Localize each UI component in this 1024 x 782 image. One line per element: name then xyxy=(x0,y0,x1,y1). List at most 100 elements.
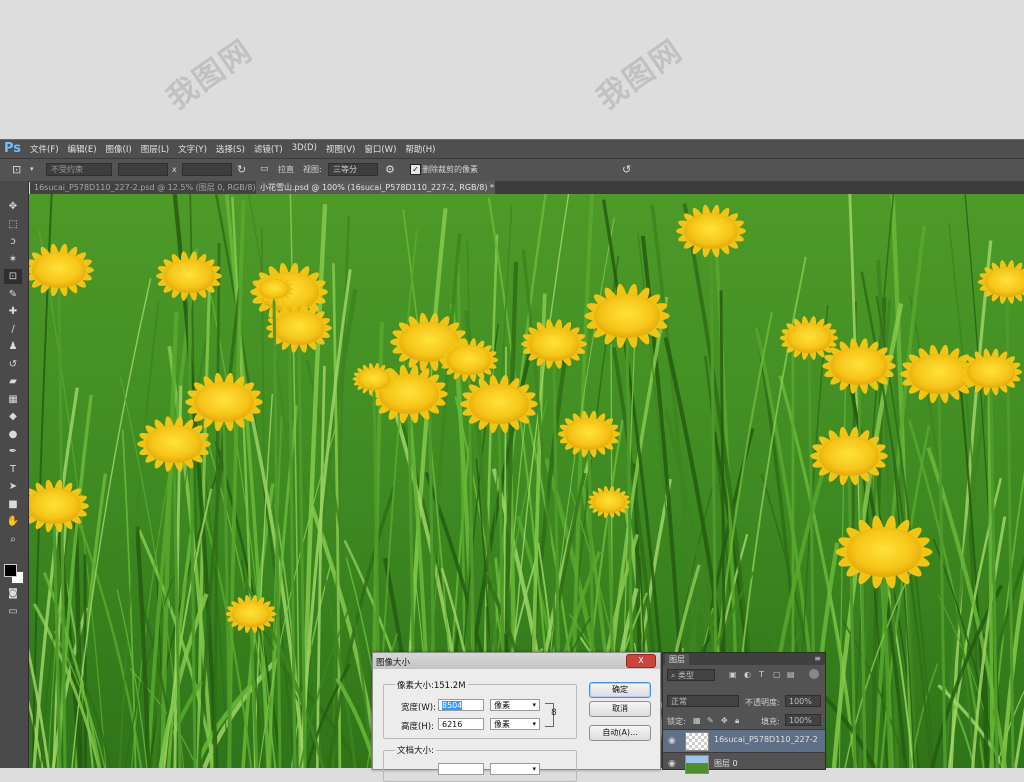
pixel-dimensions-label: 像素大小:151.2M xyxy=(395,679,468,691)
cancel-button[interactable]: 取消 xyxy=(589,701,651,717)
quick-mask-icon[interactable]: ◙ xyxy=(4,586,22,601)
blur-icon[interactable]: ◆ xyxy=(4,409,22,424)
panel-menu-icon[interactable]: ≡ xyxy=(814,654,821,663)
opacity-input[interactable]: 100% xyxy=(785,695,821,707)
shape-icon[interactable]: ■ xyxy=(4,497,22,512)
menu-file[interactable]: 文件(F) xyxy=(30,143,59,155)
swap-dimensions-icon[interactable]: ↻ xyxy=(237,163,246,176)
menu-bar: Ps 文件(F) 编辑(E) 图像(I) 图层(L) 文字(Y) 选择(S) 滤… xyxy=(0,139,1024,159)
lock-image-icon[interactable]: ✎ xyxy=(707,716,714,725)
menu-view[interactable]: 视图(V) xyxy=(326,143,355,155)
filter-adjustment-icon[interactable]: ◐ xyxy=(744,670,751,679)
doc-width-input[interactable] xyxy=(438,763,484,775)
eyedropper-icon[interactable]: ✎ xyxy=(4,287,22,302)
magic-wand-icon[interactable]: ✶ xyxy=(4,252,22,267)
crop-height-input[interactable] xyxy=(182,163,232,176)
filter-type-icon[interactable]: T xyxy=(759,670,764,679)
tab-document-2[interactable]: 小花雪山.psd @ 100% (16sucai_P578D110_227-2,… xyxy=(256,181,495,194)
reset-icon[interactable]: ↺ xyxy=(622,163,631,176)
lock-position-icon[interactable]: ✥ xyxy=(721,716,728,725)
ok-button-label: 确定 xyxy=(612,685,628,694)
ratio-preset-value: 不受约束 xyxy=(51,165,83,174)
blend-mode-value: 正常 xyxy=(671,697,687,706)
width-input[interactable]: 8504 xyxy=(438,699,484,711)
eye-icon[interactable]: ◉ xyxy=(668,736,676,746)
delete-cropped-checkbox[interactable]: ✓ xyxy=(410,164,421,175)
filter-pixel-icon[interactable]: ▣ xyxy=(729,670,737,679)
height-unit-select[interactable]: 像素 xyxy=(490,718,540,730)
filter-toggle-icon[interactable] xyxy=(809,669,819,679)
foreground-color-swatch[interactable] xyxy=(4,564,17,577)
ok-button[interactable]: 确定 xyxy=(589,682,651,698)
menu-filter[interactable]: 滤镜(T) xyxy=(254,143,283,155)
fill-value: 100% xyxy=(789,716,812,725)
cancel-button-label: 取消 xyxy=(612,704,628,713)
healing-icon[interactable]: ✚ xyxy=(4,304,22,319)
layer-row[interactable]: ◉ 图层 0 xyxy=(663,752,825,775)
hand-icon[interactable]: ✋ xyxy=(4,514,22,529)
pen-icon[interactable]: ✒ xyxy=(4,444,22,459)
crop-icon[interactable]: ⊡ xyxy=(12,163,21,176)
tab-layers[interactable]: 图层 xyxy=(665,654,689,665)
marquee-icon[interactable]: ⬚ xyxy=(4,217,22,232)
stamp-icon[interactable]: ♟ xyxy=(4,339,22,354)
ratio-preset-select[interactable]: 不受约束 xyxy=(46,163,112,176)
path-select-icon[interactable]: ➤ xyxy=(4,479,22,494)
dialog-close-button[interactable]: X xyxy=(626,654,656,668)
type-icon[interactable]: T xyxy=(4,462,22,477)
brush-icon[interactable]: ∕ xyxy=(4,322,22,337)
crop-icon[interactable]: ⊡ xyxy=(4,269,22,284)
dodge-icon[interactable]: ● xyxy=(4,427,22,442)
auto-button-label: 自动(A)... xyxy=(602,728,637,737)
crop-width-input[interactable] xyxy=(118,163,168,176)
layer-kind-value: 类型 xyxy=(678,671,694,680)
chain-icon: 8 xyxy=(551,708,557,718)
width-value: 8504 xyxy=(442,701,462,710)
tab-document-1[interactable]: 16sucai_P578D110_227-2.psd @ 12.5% (图层 0… xyxy=(30,181,259,194)
delete-cropped-label: 删除裁剪的像素 xyxy=(422,163,478,176)
filter-smart-object-icon[interactable]: ▤ xyxy=(787,670,795,679)
auto-button[interactable]: 自动(A)... xyxy=(589,725,651,741)
menu-edit[interactable]: 编辑(E) xyxy=(68,143,97,155)
height-unit-value: 像素 xyxy=(494,720,510,729)
height-value: 6216 xyxy=(442,720,462,729)
lasso-icon[interactable]: ↄ xyxy=(4,234,22,249)
layer-thumbnail xyxy=(685,755,709,774)
menu-window[interactable]: 窗口(W) xyxy=(364,143,396,155)
dialog-titlebar[interactable]: 图像大小 X xyxy=(373,653,660,669)
view-overlay-select[interactable]: 三等分 xyxy=(328,163,378,176)
fill-input[interactable]: 100% xyxy=(785,714,821,726)
chevron-down-icon[interactable]: ▾ xyxy=(30,163,34,176)
lock-all-icon[interactable]: 🔒︎ xyxy=(735,716,739,726)
screen-mode-icon[interactable]: ▭ xyxy=(4,604,22,619)
move-icon[interactable]: ✥ xyxy=(4,199,22,214)
opacity-label: 不透明度: xyxy=(745,697,780,708)
menu-layer[interactable]: 图层(L) xyxy=(141,143,169,155)
layer-kind-filter[interactable]: ⌕ 类型 xyxy=(667,669,715,681)
width-unit-value: 像素 xyxy=(494,701,510,710)
layer-row[interactable]: ◉ 16sucai_P578D110_227-2 xyxy=(663,729,825,752)
history-brush-icon[interactable]: ↺ xyxy=(4,357,22,372)
menu-select[interactable]: 选择(S) xyxy=(216,143,245,155)
lock-label: 锁定: xyxy=(667,716,686,727)
menu-help[interactable]: 帮助(H) xyxy=(405,143,435,155)
straighten-icon[interactable]: ▭ xyxy=(260,163,269,176)
menu-image[interactable]: 图像(I) xyxy=(106,143,132,155)
menu-3d[interactable]: 3D(D) xyxy=(292,143,317,155)
doc-width-unit-select[interactable] xyxy=(490,763,540,775)
opacity-value: 100% xyxy=(789,697,812,706)
layers-panel-tabs: 图层 ≡ xyxy=(663,653,825,665)
gear-icon[interactable]: ⚙ xyxy=(385,163,395,176)
gradient-icon[interactable]: ▦ xyxy=(4,392,22,407)
straighten-label[interactable]: 拉直 xyxy=(278,163,294,176)
menu-type[interactable]: 文字(Y) xyxy=(178,143,207,155)
width-unit-select[interactable]: 像素 xyxy=(490,699,540,711)
layer-name: 16sucai_P578D110_227-2 xyxy=(714,735,818,744)
filter-shape-icon[interactable]: ▢ xyxy=(773,670,781,679)
lock-transparent-icon[interactable]: ▦ xyxy=(693,716,701,725)
fill-label: 填充: xyxy=(761,716,780,727)
height-input[interactable]: 6216 xyxy=(438,718,484,730)
blend-mode-select[interactable]: 正常 xyxy=(667,695,739,707)
zoom-icon[interactable]: ⌕ xyxy=(4,532,22,547)
eraser-icon[interactable]: ▰ xyxy=(4,374,22,389)
